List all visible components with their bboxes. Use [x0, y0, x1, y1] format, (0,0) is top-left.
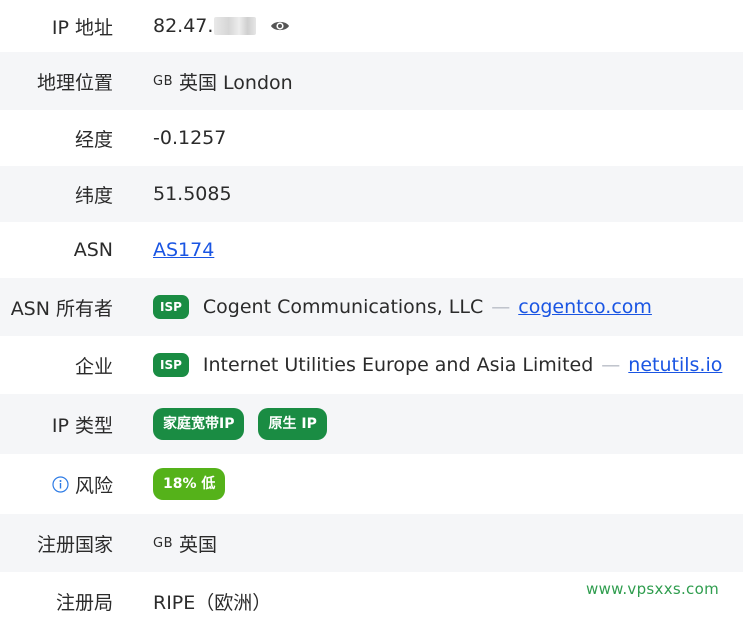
geo-location-label: 地理位置 — [36, 71, 113, 94]
asn-owner-value-wrap: ISP Cogent Communications, LLC — cogentc… — [153, 295, 652, 319]
info-icon[interactable] — [52, 475, 69, 493]
company-domain-link[interactable]: netutils.io — [628, 354, 722, 376]
registered-country-value: 英国 — [179, 533, 218, 556]
geo-location-value-wrap: GB 英国 London — [153, 68, 293, 95]
company-name: Internet Utilities Europe and Asia Limit… — [202, 354, 594, 376]
asn-owner-domain-link[interactable]: cogentco.com — [518, 296, 652, 318]
ip-type-tags: 家庭宽带IP 原生 IP — [153, 408, 341, 440]
risk-label-wrap: 风险 — [0, 471, 113, 498]
isp-badge: ISP — [153, 353, 189, 377]
geo-location-value: 英国 London — [179, 71, 293, 94]
row-company: 企业 ISP Internet Utilities Europe and Asi… — [0, 336, 743, 394]
risk-value-wrap: 18% 低 — [153, 468, 239, 500]
ip-address-label: IP 地址 — [51, 16, 113, 39]
ip-address-value: 82.47. — [153, 15, 214, 37]
registry-label: 注册局 — [55, 592, 113, 614]
tag-residential-ip: 家庭宽带IP — [153, 408, 245, 440]
ip-address-value-wrap: 82.47. — [153, 15, 290, 37]
asn-owner-name: Cogent Communications, LLC — [202, 296, 484, 318]
company-value-wrap: ISP Internet Utilities Europe and Asia L… — [153, 353, 722, 377]
row-registered-country: 注册国家 GB 英国 — [0, 514, 743, 572]
row-ip-type: IP 类型 家庭宽带IP 原生 IP — [0, 394, 743, 454]
registered-country-value-wrap: GB 英国 — [153, 530, 217, 557]
row-asn: ASN AS174 — [0, 222, 743, 278]
separator-dash: — — [491, 296, 511, 318]
row-asn-owner: ASN 所有者 ISP Cogent Communications, LLC —… — [0, 278, 743, 336]
latitude-label: 纬度 — [74, 184, 113, 207]
tag-native-ip: 原生 IP — [258, 408, 327, 440]
registered-country-label: 注册国家 — [36, 533, 113, 556]
asn-label: ASN — [73, 239, 113, 261]
ip-info-table: IP 地址 82.47. 地理位置 GB 英国 London 经度 -0.125… — [0, 0, 743, 631]
asn-link[interactable]: AS174 — [153, 239, 214, 261]
country-code: GB — [153, 73, 173, 89]
asn-owner-label: ASN 所有者 — [10, 297, 113, 320]
country-code: GB — [153, 535, 173, 551]
row-ip-address: IP 地址 82.47. — [0, 0, 743, 52]
watermark-text: www.vpsxxs.com — [586, 580, 719, 598]
separator-dash: — — [601, 354, 621, 376]
company-label: 企业 — [74, 355, 113, 378]
isp-badge: ISP — [153, 295, 189, 319]
longitude-label: 经度 — [74, 128, 113, 151]
row-geo-location: 地理位置 GB 英国 London — [0, 52, 743, 110]
masked-ip-segment — [214, 17, 257, 35]
longitude-value: -0.1257 — [153, 127, 227, 149]
row-longitude: 经度 -0.1257 — [0, 110, 743, 166]
registry-value: RIPE（欧洲） — [153, 592, 272, 614]
row-latitude: 纬度 51.5085 — [0, 166, 743, 222]
eye-icon[interactable] — [270, 19, 290, 33]
asn-value-wrap: AS174 — [153, 239, 214, 261]
risk-label: 风险 — [74, 474, 113, 497]
ip-type-label: IP 类型 — [51, 414, 113, 437]
row-risk: 风险 18% 低 — [0, 454, 743, 514]
row-registry: 注册局 RIPE（欧洲） www.vpsxxs.com — [0, 572, 743, 631]
latitude-value: 51.5085 — [153, 183, 232, 205]
risk-score-badge: 18% 低 — [153, 468, 226, 500]
